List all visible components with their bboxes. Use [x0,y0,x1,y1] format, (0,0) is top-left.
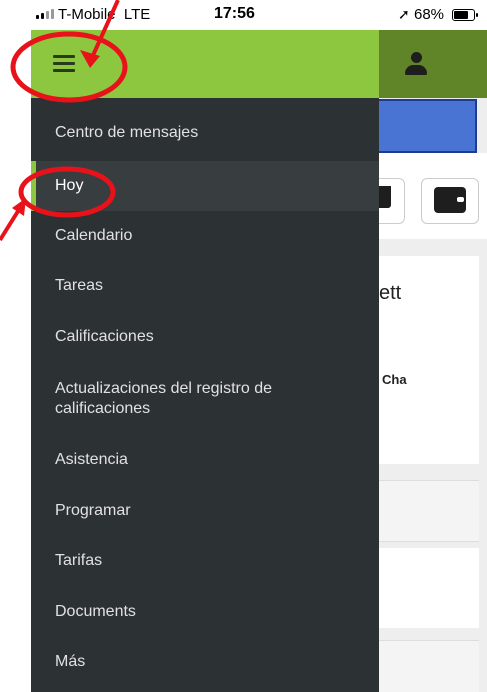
menu-item-programar[interactable]: Programar [31,486,379,536]
carrier-label: T-Mobile LTE [58,6,151,23]
menu-item-tarifas[interactable]: Tarifas [31,536,379,586]
content-card[interactable] [379,640,479,692]
menu-item-actualizaciones[interactable]: Actualizaciones del registro de califica… [31,370,379,428]
menu-icon[interactable] [42,38,86,88]
app-screen: T-Mobile LTE 17:56 ➚ 68% ett Cha Centro … [0,0,487,692]
battery-icon [452,9,478,21]
content-strip [379,153,487,161]
annotation-arrowhead-hoy [12,198,26,216]
menu-item-hoy[interactable]: Hoy [31,161,379,211]
menu-item-calendario[interactable]: Calendario [31,211,379,261]
battery-percent: 68% [414,6,445,23]
content-card[interactable] [379,548,479,628]
card-title-fragment: ett [379,282,402,304]
highlight-box [371,99,477,153]
menu-item-centro-de-mensajes[interactable]: Centro de mensajes [31,108,379,158]
menu-item-calificaciones[interactable]: Calificaciones [31,312,379,362]
menu-item-asistencia[interactable]: Asistencia [31,435,379,485]
active-indicator [31,161,36,211]
card-text-fragment: Cha [382,372,407,387]
menu-item-documents[interactable]: Documents [31,587,379,637]
wallet-icon [434,187,466,213]
status-bar: T-Mobile LTE 17:56 ➚ 68% [0,0,487,30]
clock: 17:56 [214,5,255,22]
app-header [379,30,487,98]
signal-icon [36,9,54,19]
annotation-arrow-hoy [0,206,22,242]
menu-item-mas[interactable]: Más [31,637,379,687]
content-card[interactable] [379,480,479,542]
location-arrow-icon: ➚ [398,6,410,22]
battery-fill [454,11,469,19]
cart-icon [379,186,391,208]
menu-item-tareas[interactable]: Tareas [31,261,379,311]
user-icon[interactable] [405,52,427,76]
